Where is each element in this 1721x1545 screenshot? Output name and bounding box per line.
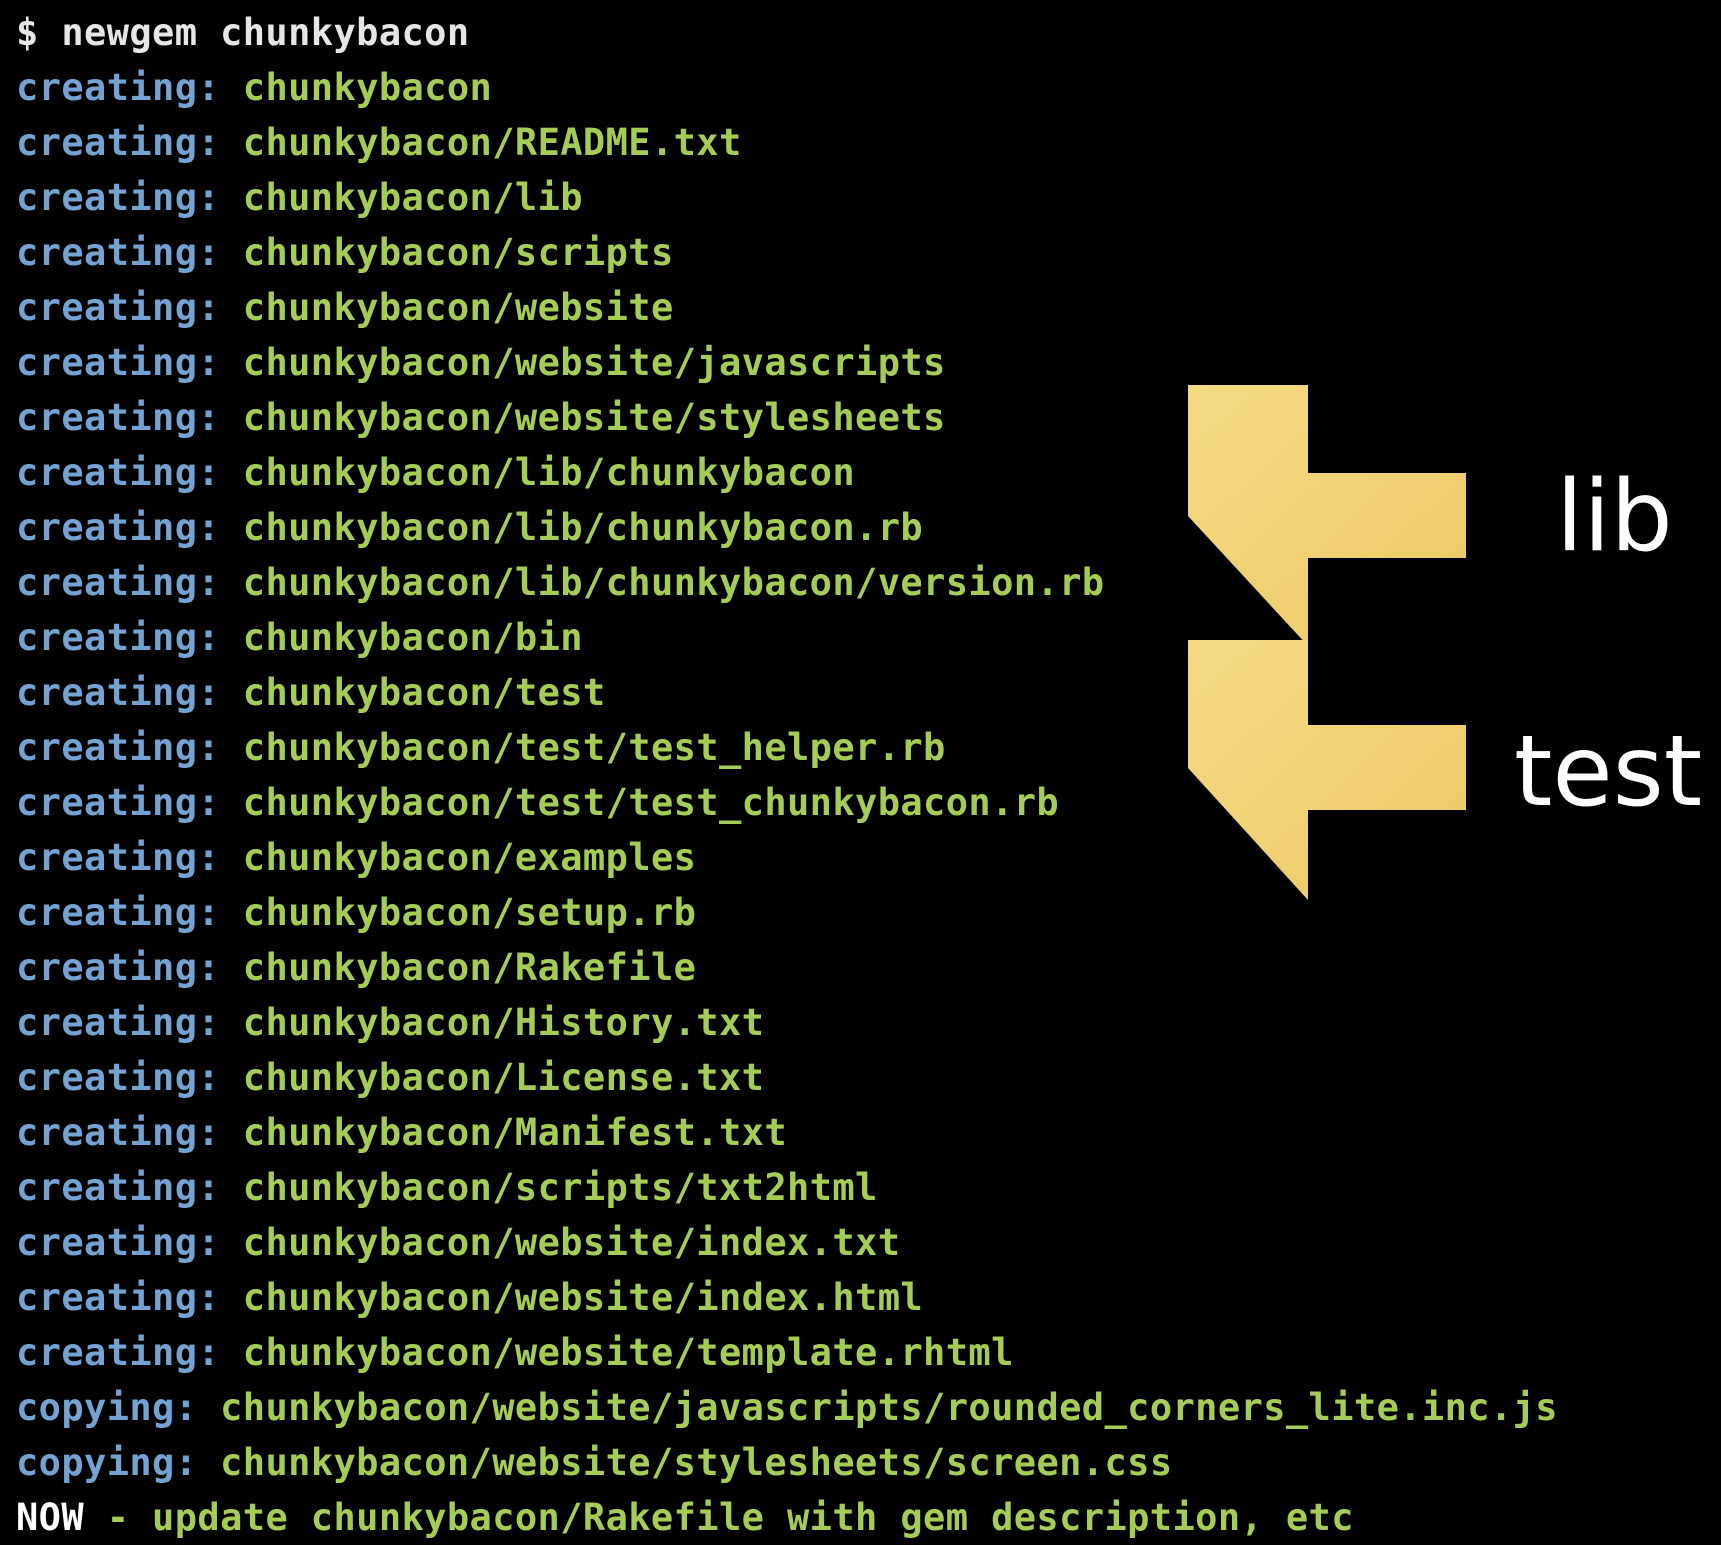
- lib-arrow-icon: [1188, 385, 1466, 646]
- test-callout-label: test: [1514, 715, 1703, 829]
- lib-callout-label: lib: [1556, 460, 1673, 574]
- callout-arrows: [1188, 385, 1466, 900]
- test-arrow-icon: [1188, 640, 1466, 900]
